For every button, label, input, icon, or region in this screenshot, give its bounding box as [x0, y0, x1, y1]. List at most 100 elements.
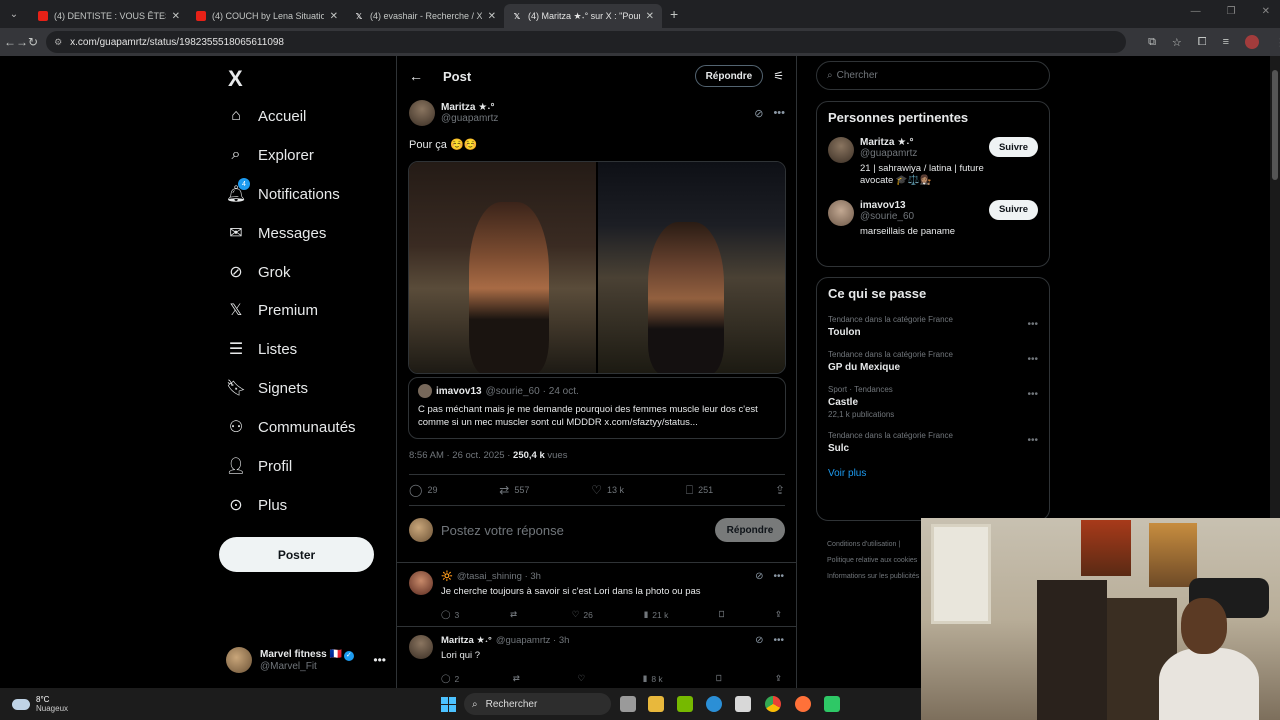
firefox-icon[interactable] [795, 696, 811, 712]
close-window-icon[interactable]: ✕ [1262, 6, 1270, 17]
views-action[interactable]: ▮ 8 k [643, 673, 663, 684]
nav-item-messages[interactable]: ✉ Messages [226, 221, 326, 245]
nav-item-profil[interactable]: 👤︎ Profil [226, 454, 292, 478]
person-item[interactable]: imavov13 @sourie_60 marseillais de panam… [817, 196, 1049, 242]
extensions-icon[interactable]: ⧠ [1198, 36, 1207, 49]
reply-action[interactable]: ◯ 2 [441, 673, 459, 684]
new-tab-button[interactable]: + [670, 6, 678, 22]
reply-handle[interactable]: @guapamrtz · 3h [496, 635, 570, 646]
reading-list-icon[interactable]: ≡ [1223, 36, 1229, 48]
reply-handle[interactable]: @tasai_shining · 3h [457, 571, 541, 582]
show-more-link[interactable]: Voir plus [817, 460, 1049, 489]
browser-tab-3[interactable]: 𝕏 (4) evashair - Recherche / X ✕ [346, 4, 504, 28]
x-logo[interactable]: X [228, 66, 243, 92]
reply-submit-button[interactable]: Répondre [715, 518, 785, 542]
more-icon[interactable]: ••• [773, 635, 784, 646]
reply-action[interactable]: ◯ 3 [441, 609, 459, 620]
reply-action[interactable]: ◯ 29 [409, 483, 437, 497]
nav-item-explorer[interactable]: ⌕ Explorer [226, 143, 314, 167]
task-view-icon[interactable] [620, 696, 636, 712]
reply-item[interactable]: 🔆 @tasai_shining · 3h ⊘ ••• Je cherche to… [397, 562, 796, 628]
close-icon[interactable]: ✕ [646, 11, 654, 22]
minimize-icon[interactable]: — [1191, 6, 1201, 17]
nav-item-grok[interactable]: ⊘ Grok [226, 260, 290, 284]
trend-item[interactable]: Tendance dans la catégorie France GP du … [817, 344, 1049, 379]
app-icon[interactable] [824, 696, 840, 712]
trend-item[interactable]: Sport · Tendances Castle 22,1 k publicat… [817, 379, 1049, 425]
nav-item-plus[interactable]: ⊙ Plus [226, 493, 287, 517]
share-action[interactable]: ⇪ [775, 673, 782, 684]
taskbar-search[interactable]: ⌕ Rechercher [464, 693, 611, 715]
trend-item[interactable]: Tendance dans la catégorie France Toulon… [817, 309, 1049, 344]
tab-list-button[interactable]: ⌄ [4, 4, 24, 24]
nav-item-communautes[interactable]: ⚇ Communautés [226, 415, 356, 439]
author-name[interactable]: Maritza ★˖° [441, 102, 498, 113]
share-action[interactable]: ⇪ [775, 483, 785, 497]
menu-icon[interactable]: ⋮ [1275, 36, 1280, 49]
windows-start-icon[interactable] [441, 697, 456, 712]
reply-author-name[interactable]: Maritza ★˖° [441, 635, 492, 646]
footer-link[interactable]: Informations sur les publicités [827, 569, 927, 585]
chrome-icon[interactable] [765, 696, 781, 712]
post-button[interactable]: Poster [219, 537, 374, 572]
reload-icon[interactable]: ↻ [28, 35, 38, 49]
like-action[interactable]: ♡ 13 k [591, 483, 624, 497]
site-info-icon[interactable]: ⚙ [54, 37, 62, 48]
file-explorer-icon[interactable] [648, 696, 664, 712]
repost-action[interactable]: ⇄ [510, 609, 521, 620]
more-icon[interactable]: ••• [1027, 435, 1038, 446]
author-handle[interactable]: @guapamrtz [441, 113, 498, 124]
post-photo[interactable] [598, 162, 785, 373]
grok-icon[interactable]: ⊘ [755, 571, 763, 582]
browser-tab-1[interactable]: (4) DENTISTE : VOUS ÊTES SALE ✕ [30, 4, 188, 28]
cast-icon[interactable]: ⧉ [1148, 36, 1156, 49]
more-icon[interactable]: ••• [773, 107, 785, 119]
repost-action[interactable]: ⇄ 557 [499, 483, 529, 497]
filter-icon[interactable]: ⚟ [773, 69, 784, 83]
search-input[interactable]: ⌕ Chercher [816, 61, 1050, 90]
profile-avatar[interactable] [1245, 35, 1260, 49]
nav-item-notifications[interactable]: 🔔︎ 4 Notifications [226, 178, 340, 206]
reply-item[interactable]: Maritza ★˖° @guapamrtz · 3h ⊘ ••• Lori qu… [397, 626, 796, 692]
person-item[interactable]: Maritza ★˖° @guapamrtz 21 | sahrawiya / … [817, 133, 1049, 192]
more-icon[interactable]: ••• [773, 571, 784, 582]
follow-button[interactable]: Suivre [988, 199, 1038, 220]
store-icon[interactable] [735, 696, 751, 712]
edge-icon[interactable] [706, 696, 722, 712]
more-icon[interactable]: ••• [1027, 319, 1038, 330]
like-action[interactable]: ♡ 26 [572, 609, 593, 620]
reply-button[interactable]: Répondre [694, 65, 764, 87]
forward-icon[interactable]: → [16, 35, 28, 49]
follow-button[interactable]: Suivre [988, 137, 1038, 157]
grok-icon[interactable]: ⊘ [755, 635, 763, 646]
like-action[interactable]: ♡ [577, 673, 589, 684]
footer-link[interactable]: Politique relative aux cookies [827, 553, 927, 569]
views-action[interactable]: ▮ 21 k [644, 609, 669, 620]
reply-author-name[interactable]: 🔆 [441, 571, 453, 582]
close-icon[interactable]: ✕ [172, 11, 180, 22]
grok-icon[interactable]: ⊘ [754, 107, 763, 120]
bookmark-action[interactable]: ⎕ [719, 609, 724, 620]
nav-item-signets[interactable]: 🔖︎ Signets [226, 376, 308, 400]
browser-tab-2[interactable]: (4) COUCH by Lena Situations ✕ [188, 4, 346, 28]
quoted-post[interactable]: imavov13 @sourie_60 · 24 oct. C pas méch… [408, 377, 786, 439]
avatar[interactable] [409, 100, 435, 126]
bookmark-action[interactable]: ⎕ [716, 673, 721, 684]
nvidia-icon[interactable] [677, 696, 693, 712]
repost-action[interactable]: ⇄ [513, 673, 524, 684]
more-icon[interactable]: ••• [1027, 389, 1038, 400]
bookmark-action[interactable]: ⎕ 251 [686, 483, 713, 498]
more-icon[interactable]: ••• [373, 653, 386, 667]
avatar[interactable] [409, 635, 433, 659]
browser-tab-4[interactable]: 𝕏 (4) Maritza ★˖° sur X : "Pour ça ✕ [504, 4, 662, 28]
back-arrow-icon[interactable]: ← [409, 68, 423, 84]
person-name[interactable]: Maritza ★˖° [860, 137, 989, 148]
back-icon[interactable]: ← [4, 35, 16, 49]
post-photo[interactable] [409, 162, 596, 373]
avatar[interactable] [828, 199, 854, 226]
more-icon[interactable]: ••• [1027, 354, 1038, 365]
star-icon[interactable]: ☆ [1172, 36, 1182, 49]
avatar[interactable] [828, 137, 854, 163]
nav-item-accueil[interactable]: ⌂ Accueil [226, 104, 306, 128]
avatar[interactable] [409, 571, 433, 595]
